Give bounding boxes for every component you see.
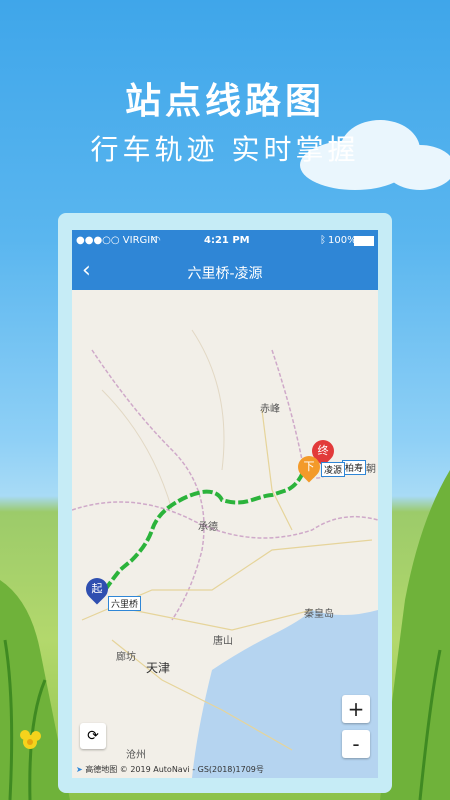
amap-logo-icon: ➤ [76, 765, 83, 774]
route-map[interactable]: 赤峰 承德 唐山 廊坊 天津 秦皇岛 沧州 朝 柏寿 终 下 凌源 起 六里桥 … [72, 290, 378, 778]
place-label: 天津 [146, 661, 171, 675]
app-screen: ●●●○○ VIRGIN ◠ 4:21 PM ᛒ 100% ‹ 六里桥-凌源 赤… [72, 230, 378, 778]
map-attribution: ➤ 高德地图 © 2019 AutoNavi - GS(2018)1709号 [76, 764, 264, 775]
start-badge: 起 [91, 582, 103, 595]
alight-marker[interactable]: 下 [293, 451, 325, 483]
alight-badge: 下 [303, 460, 315, 473]
map-canvas [72, 290, 378, 778]
time-text: 4:21 PM [204, 235, 250, 246]
nav-bar: ‹ 六里桥-凌源 [72, 252, 378, 290]
start-label: 六里桥 [108, 596, 142, 611]
place-label: 秦皇岛 [304, 609, 334, 620]
status-bar: ●●●○○ VIRGIN ◠ 4:21 PM ᛒ 100% [72, 230, 378, 252]
carrier-text: ●●●○○ VIRGIN [76, 235, 158, 246]
alight-label: 凌源 [321, 462, 346, 477]
battery-icon [354, 236, 374, 246]
place-label: 廊坊 [116, 652, 136, 663]
place-label: 朝 [366, 464, 376, 475]
place-label: 柏寿 [342, 460, 367, 475]
attribution-text: © 2019 AutoNavi - GS(2018)1709号 [119, 765, 264, 774]
place-label: 唐山 [213, 636, 233, 647]
attribution-logo: 高德地图 [85, 765, 118, 774]
zoom-out-button[interactable]: - [342, 730, 370, 758]
battery-text: 100% [328, 235, 357, 246]
zoom-in-button[interactable]: + [342, 695, 370, 723]
route-title: 六里桥-凌源 [187, 266, 263, 282]
bluetooth-icon: ᛒ [320, 235, 326, 246]
sync-icon[interactable]: ⟳ [80, 723, 106, 749]
place-label: 承德 [198, 522, 218, 533]
place-label: 沧州 [126, 750, 146, 761]
place-label: 赤峰 [260, 404, 280, 415]
wifi-icon: ◠ [152, 235, 161, 246]
